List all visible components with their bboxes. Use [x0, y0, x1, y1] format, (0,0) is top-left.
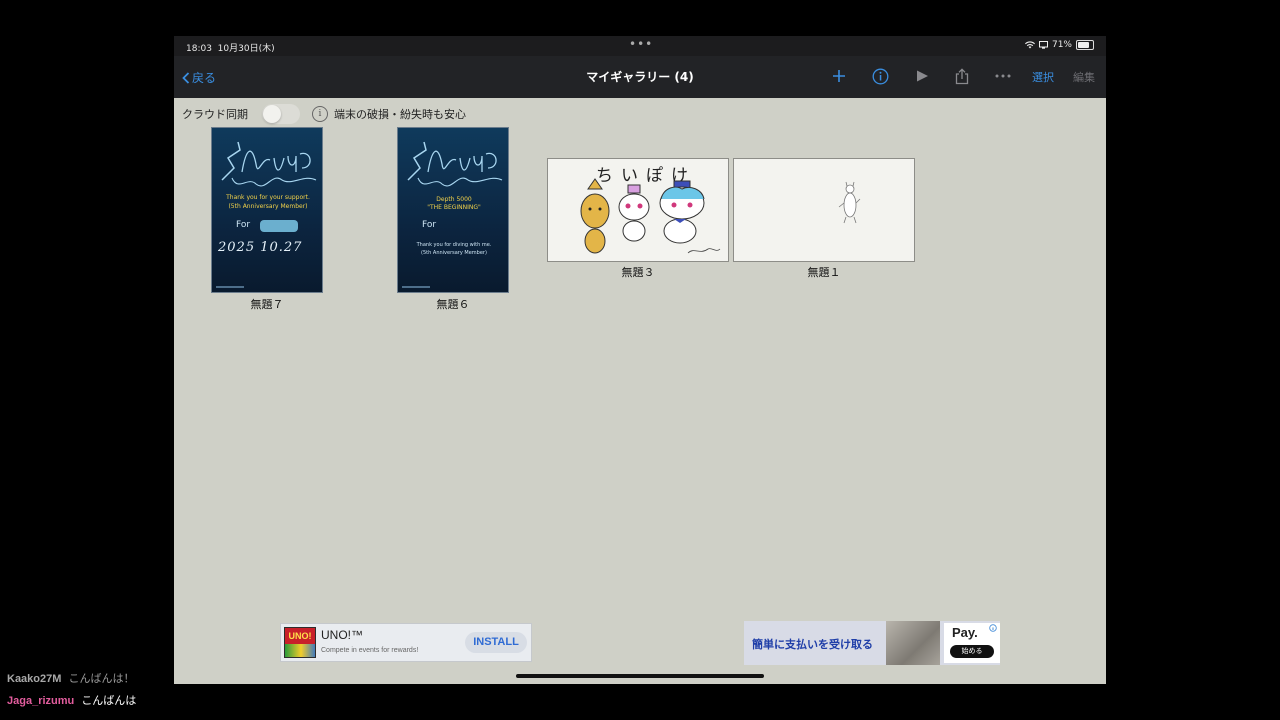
plus-icon [833, 70, 845, 82]
gallery-item-title: 無題７ [250, 298, 284, 311]
battery-percent: 71% [1051, 40, 1072, 50]
paypay-ad-headline: 簡単に支払いを受け取る [752, 638, 873, 651]
paypay-brand: Pay. [952, 625, 978, 640]
gallery-item-untitled-7[interactable]: Thank you for your support. (5th Anniver… [211, 127, 323, 293]
status-bar: 18:03 10月30日(木) ••• 71% [174, 36, 1106, 56]
gallery-item-title: 無題６ [436, 298, 470, 311]
gallery-item-untitled-6[interactable]: Depth 5000 "THE BEGINNING" For Thank you… [397, 127, 509, 293]
paypay-ad-banner[interactable]: 簡単に支払いを受け取る Pay. 始める [744, 621, 1000, 665]
home-indicator[interactable] [516, 674, 764, 678]
card-line-2: "THE BEGINNING" [427, 204, 481, 211]
gallery-item-title: 無題１ [807, 266, 841, 279]
card-date: 2025 10.27 [218, 240, 303, 255]
uno-ad-subtitle: Compete in events for rewards! [321, 647, 419, 654]
gallery-item-untitled-1[interactable] [733, 158, 915, 262]
card-for: For [422, 220, 437, 230]
card-line-4: (5th Anniversary Member) [421, 250, 487, 256]
select-button[interactable]: 選択 [1032, 69, 1054, 85]
wifi-icon [1024, 41, 1035, 49]
uno-logo: UNO! [284, 627, 316, 658]
chat-message: Kaako27M こんばんは！ [7, 670, 134, 686]
battery-icon [1076, 40, 1094, 50]
uno-ad-banner[interactable]: UNO! UNO!™ Compete in events for rewards… [280, 623, 532, 662]
chat-text: こんばんは！ [68, 673, 135, 685]
chat-message: Jaga_rizumu こんばんは [7, 692, 136, 708]
chat-username: Kaako27M [7, 673, 62, 685]
play-icon [917, 70, 928, 82]
info-button[interactable] [870, 65, 890, 87]
paypay-start-button[interactable]: 始める [950, 645, 994, 658]
edit-button[interactable]: 編集 [1073, 69, 1095, 85]
more-button[interactable] [992, 65, 1014, 87]
gallery-item-untitled-3[interactable]: ちいぽけ [547, 158, 729, 262]
status-right: 71% [1024, 40, 1094, 50]
card-line-1: Depth 5000 [436, 196, 472, 203]
ad-photo [886, 621, 940, 665]
chat-text: こんばんは [81, 695, 137, 707]
card-line-1: Thank you for your support. [226, 194, 310, 201]
character-drawing [580, 178, 721, 254]
cloud-sync-notice: 端末の破損・紛失時も安心 [334, 108, 466, 121]
info-circle-icon[interactable]: i [312, 106, 328, 122]
chat-username: Jaga_rizumu [7, 695, 75, 707]
card-line-2: (5th Anniversary Member) [228, 203, 308, 210]
cloud-sync-toggle[interactable] [262, 104, 300, 124]
uno-ad-title: UNO!™ [321, 628, 363, 642]
gallery-item-title: 無題３ [621, 266, 655, 279]
screen-lock-icon [1038, 41, 1048, 49]
cloud-sync-label: クラウド同期 [182, 108, 248, 121]
multitask-dots[interactable]: ••• [629, 37, 653, 51]
navigation-bar: 戻る マイギャラリー (4) 選択 編集 [174, 56, 1106, 98]
card-artwork [216, 141, 317, 288]
more-icon [995, 74, 1011, 78]
share-button[interactable] [952, 65, 972, 87]
status-date: 10月30日(木) [217, 44, 275, 54]
status-time: 18:03 10月30日(木) [186, 44, 275, 54]
info-icon [872, 68, 888, 84]
ad-info-icon[interactable] [989, 624, 997, 632]
card-for: For [236, 220, 251, 230]
small-figure-drawing [838, 181, 861, 224]
play-button[interactable] [912, 65, 932, 87]
install-button[interactable]: INSTALL [465, 632, 527, 653]
add-button[interactable] [830, 65, 848, 87]
uno-logo-text: UNO! [288, 631, 312, 641]
card-artwork [402, 141, 503, 288]
card-line-3: Thank you for diving with me. [416, 242, 492, 248]
share-icon [955, 67, 969, 84]
ipad-screen: 18:03 10月30日(木) ••• 71% 戻る マイギャラリー (4) 選… [174, 36, 1106, 684]
